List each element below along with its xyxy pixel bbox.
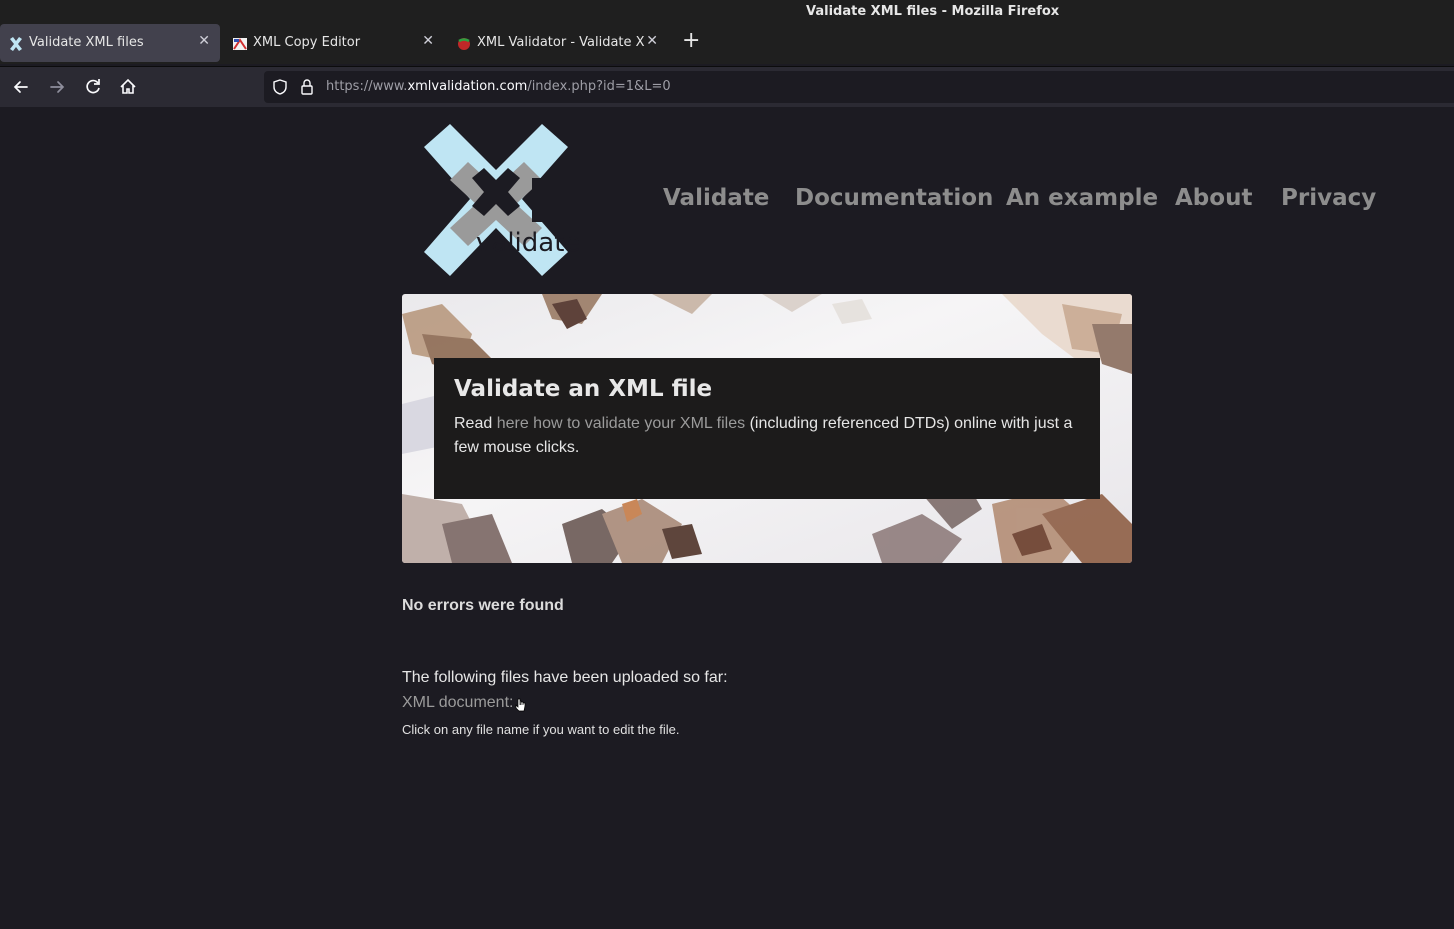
forward-arrow-icon[interactable]	[46, 76, 68, 98]
home-icon[interactable]	[117, 76, 139, 98]
hero-title: Validate an XML file	[454, 376, 713, 402]
hero-description: Read here how to validate your XML files…	[454, 412, 1084, 460]
hand-cursor-icon	[515, 698, 526, 712]
xml-document-link[interactable]: XML document:	[402, 694, 513, 712]
lock-icon[interactable]	[300, 79, 314, 95]
back-arrow-icon[interactable]	[10, 76, 32, 98]
nav-validate[interactable]: Validate	[663, 185, 769, 211]
nav-about[interactable]: About	[1175, 185, 1252, 211]
new-tab-plus-icon[interactable]: +	[682, 28, 700, 53]
tab-xml-copy-editor[interactable]: XML Copy Editor ✕	[224, 24, 444, 62]
uploaded-files-label: The following files have been uploaded s…	[402, 669, 728, 686]
hero-text-before: Read	[454, 415, 497, 432]
url-scheme: https://www.	[326, 79, 408, 94]
edit-file-hint: Click on any file name if you want to ed…	[402, 722, 680, 737]
nav-documentation[interactable]: Documentation	[795, 185, 993, 211]
close-tab-icon[interactable]: ✕	[646, 33, 658, 49]
hero-banner: Validate an XML file Read here how to va…	[402, 294, 1132, 563]
reload-icon[interactable]	[82, 76, 104, 98]
tab-xml-validator[interactable]: XML Validator - Validate XML ✕	[448, 24, 668, 62]
navigation-toolbar: https://www.xmlvalidation.com/index.php?…	[0, 66, 1454, 107]
xml-validator-favicon	[458, 38, 470, 50]
url-text[interactable]: https://www.xmlvalidation.com/index.php?…	[326, 79, 671, 94]
tab-bar: Validate XML files ✕ XML Copy Editor ✕ X…	[0, 24, 1454, 64]
close-tab-icon[interactable]: ✕	[422, 33, 434, 49]
how-to-validate-link[interactable]: here how to validate your XML files	[497, 415, 745, 432]
xml-validation-favicon	[10, 37, 22, 51]
tab-label: XML Validator - Validate XML	[477, 35, 645, 50]
nav-privacy[interactable]: Privacy	[1281, 185, 1376, 211]
url-path: /index.php?id=1&L=0	[527, 79, 671, 94]
window-title-bar: Validate XML files - Mozilla Firefox	[0, 0, 1454, 24]
tab-validate-xml-files[interactable]: Validate XML files ✕	[0, 24, 220, 62]
tab-label: Validate XML files	[29, 35, 144, 50]
nav-an-example[interactable]: An example	[1006, 185, 1158, 211]
tab-label: XML Copy Editor	[253, 35, 361, 50]
logo-text: validate	[476, 228, 580, 258]
hero-text-box: Validate an XML file Read here how to va…	[434, 358, 1100, 499]
validation-status: No errors were found	[402, 597, 564, 614]
window-title: Validate XML files - Mozilla Firefox	[806, 4, 1060, 19]
tracking-protection-shield-icon[interactable]	[272, 79, 288, 95]
url-host: xmlvalidation.com	[407, 79, 528, 94]
close-tab-icon[interactable]: ✕	[198, 33, 210, 49]
address-bar[interactable]: https://www.xmlvalidation.com/index.php?…	[264, 71, 1454, 103]
xmlvalidation-logo[interactable]: validate	[420, 122, 600, 280]
xml-copy-editor-favicon	[233, 38, 247, 50]
